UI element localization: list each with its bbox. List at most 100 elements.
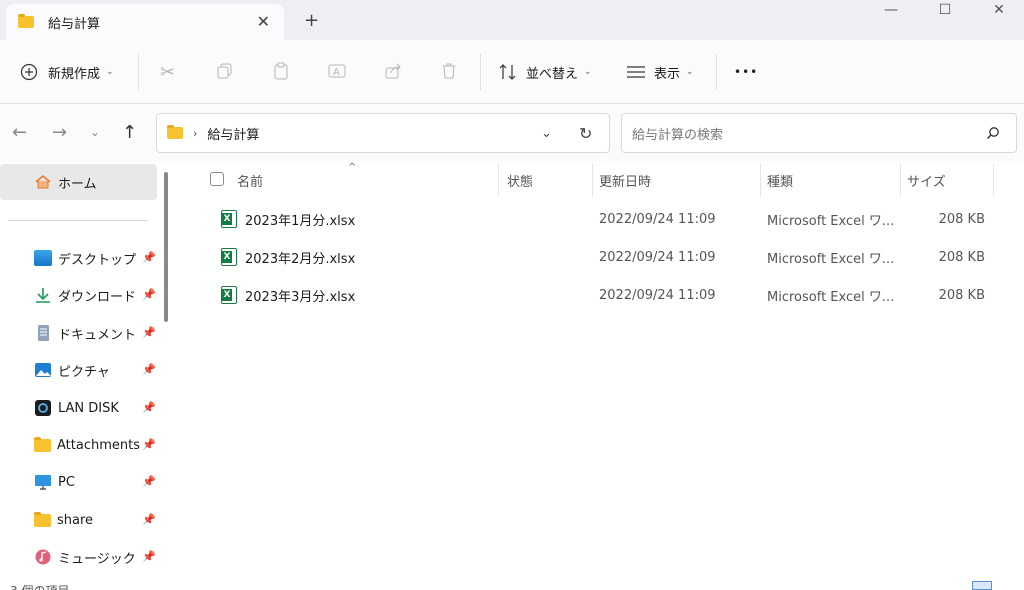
back-arrow-icon[interactable]: ← [12, 122, 27, 143]
sidebar-item-documents[interactable]: ドキュメント [34, 321, 154, 345]
file-type: Microsoft Excel ワ... [767, 251, 895, 267]
recent-chevron-icon[interactable]: ⌄ [90, 125, 100, 139]
search-box[interactable]: 給与計算の検索 [621, 113, 1017, 153]
up-arrow-icon[interactable]: ↑ [122, 122, 137, 143]
share-icon[interactable] [384, 62, 402, 80]
table-row[interactable]: 2023年3月分.xlsx 2022/09/24 11:09 Microsoft… [178, 276, 1024, 314]
cut-icon[interactable]: ✂ [160, 60, 175, 84]
sidebar-item-desktop[interactable]: デスクトップ [34, 246, 154, 270]
folder-icon [34, 436, 51, 452]
excel-file-icon [221, 210, 237, 228]
divider [480, 54, 481, 90]
column-divider[interactable] [592, 164, 593, 196]
excel-file-icon [221, 248, 237, 266]
pin-icon[interactable]: 📌 [142, 438, 156, 451]
sort-button[interactable]: 並べ替え ⌄ [498, 60, 592, 84]
file-type: Microsoft Excel ワ... [767, 289, 895, 305]
pin-icon[interactable]: 📌 [142, 475, 156, 488]
address-bar[interactable]: › 給与計算 ⌄ ↻ [156, 113, 610, 153]
sidebar-item-label: ミュージック [58, 551, 136, 567]
search-input[interactable]: 給与計算の検索 [632, 124, 723, 143]
new-tab-button[interactable]: + [304, 10, 319, 31]
minimize-button[interactable]: — [868, 2, 914, 22]
search-icon [986, 127, 999, 140]
landisk-icon [35, 400, 51, 416]
tab-close-button[interactable]: ✕ [257, 12, 270, 31]
pin-icon[interactable]: 📌 [142, 401, 156, 414]
column-header-type[interactable]: 種類 [767, 162, 793, 198]
file-modified: 2022/09/24 11:09 [599, 287, 716, 303]
pin-icon[interactable]: 📌 [142, 513, 156, 526]
document-icon [38, 325, 49, 341]
tab-current[interactable]: 給与計算 ✕ [6, 4, 284, 40]
tiles-view-toggle[interactable] [1002, 581, 1018, 590]
excel-file-icon [221, 286, 237, 304]
table-row[interactable]: 2023年1月分.xlsx 2022/09/24 11:09 Microsoft… [178, 200, 1024, 238]
table-row[interactable]: 2023年2月分.xlsx 2022/09/24 11:09 Microsoft… [178, 238, 1024, 276]
close-window-button[interactable]: ✕ [976, 2, 1022, 22]
details-view-toggle[interactable] [972, 581, 992, 590]
file-modified: 2022/09/24 11:09 [599, 211, 716, 227]
column-divider[interactable] [760, 164, 761, 196]
sidebar-item-label: Attachments [57, 437, 140, 453]
sidebar-scrollbar[interactable] [164, 172, 168, 322]
pin-icon[interactable]: 📌 [142, 363, 156, 376]
forward-arrow-icon[interactable]: → [52, 122, 67, 143]
more-options-button[interactable]: ••• [734, 60, 758, 84]
column-divider[interactable] [900, 164, 901, 196]
folder-icon [18, 14, 34, 28]
column-header-status[interactable]: 状態 [507, 162, 533, 198]
file-type: Microsoft Excel ワ... [767, 213, 895, 229]
rename-icon[interactable]: A [328, 62, 346, 80]
chevron-down-icon: ⌄ [686, 67, 694, 77]
paste-icon[interactable] [272, 62, 290, 80]
sidebar-item-share[interactable]: share [34, 508, 154, 532]
refresh-icon[interactable]: ↻ [579, 124, 592, 143]
status-bar: 3 個の項目 [0, 578, 1024, 590]
address-row: ← → ⌄ ↑ › 給与計算 ⌄ ↻ 給与計算の検索 [0, 104, 1024, 162]
sidebar-item-downloads[interactable]: ダウンロード [34, 283, 154, 307]
column-header-name[interactable]: 名前 [237, 162, 263, 198]
select-all-checkbox[interactable] [210, 172, 224, 186]
pin-icon[interactable]: 📌 [142, 326, 156, 339]
file-name: 2023年2月分.xlsx [245, 251, 356, 267]
column-divider[interactable] [993, 164, 994, 196]
copy-icon[interactable] [216, 62, 234, 80]
address-dropdown-icon[interactable]: ⌄ [541, 126, 552, 141]
svg-text:A: A [333, 67, 340, 78]
pin-icon[interactable]: 📌 [142, 251, 156, 264]
pc-icon [35, 475, 51, 490]
pin-icon[interactable]: 📌 [142, 288, 156, 301]
file-name-cell: 2023年3月分.xlsx [221, 276, 355, 314]
sidebar-item-home[interactable]: ホーム [0, 164, 157, 200]
pin-icon[interactable]: 📌 [142, 550, 156, 563]
sidebar-item-label: ホーム [58, 176, 97, 192]
file-modified: 2022/09/24 11:09 [599, 249, 716, 265]
item-count: 3 個の項目 [10, 582, 69, 590]
column-header-modified[interactable]: 更新日時 [599, 162, 651, 198]
sidebar-item-pc[interactable]: PC [34, 470, 154, 494]
column-header-size[interactable]: サイズ [907, 162, 946, 198]
file-list: ^ 名前 状態 更新日時 種類 サイズ 2023年1月分.xlsx 2022/0… [178, 162, 1024, 578]
tab-bar: 給与計算 ✕ + — ☐ ✕ [0, 0, 1024, 40]
new-button[interactable]: 新規作成 ⌄ [20, 60, 114, 84]
file-size: 208 KB [938, 249, 985, 265]
maximize-button[interactable]: ☐ [922, 2, 968, 22]
file-name: 2023年3月分.xlsx [245, 289, 356, 305]
sidebar-item-label: ピクチャ [58, 364, 110, 380]
file-size: 208 KB [938, 287, 985, 303]
sidebar-item-label: PC [58, 474, 75, 490]
sidebar-item-label: LAN DISK [58, 400, 119, 416]
sidebar-item-music[interactable]: ミュージック [34, 545, 154, 569]
sidebar-item-attachments[interactable]: Attachments [34, 433, 154, 457]
sidebar-item-landisk[interactable]: LAN DISK [34, 396, 154, 420]
view-button-label: 表示 [654, 66, 681, 82]
breadcrumb-chevron-icon: › [193, 126, 198, 140]
column-divider[interactable] [498, 164, 499, 196]
sidebar-divider [8, 220, 148, 221]
breadcrumb-current[interactable]: 給与計算 [207, 124, 259, 143]
delete-icon[interactable] [440, 62, 458, 80]
sidebar-item-pictures[interactable]: ピクチャ [34, 358, 154, 382]
file-name-cell: 2023年1月分.xlsx [221, 200, 355, 238]
view-button[interactable]: 表示 ⌄ [626, 60, 694, 84]
